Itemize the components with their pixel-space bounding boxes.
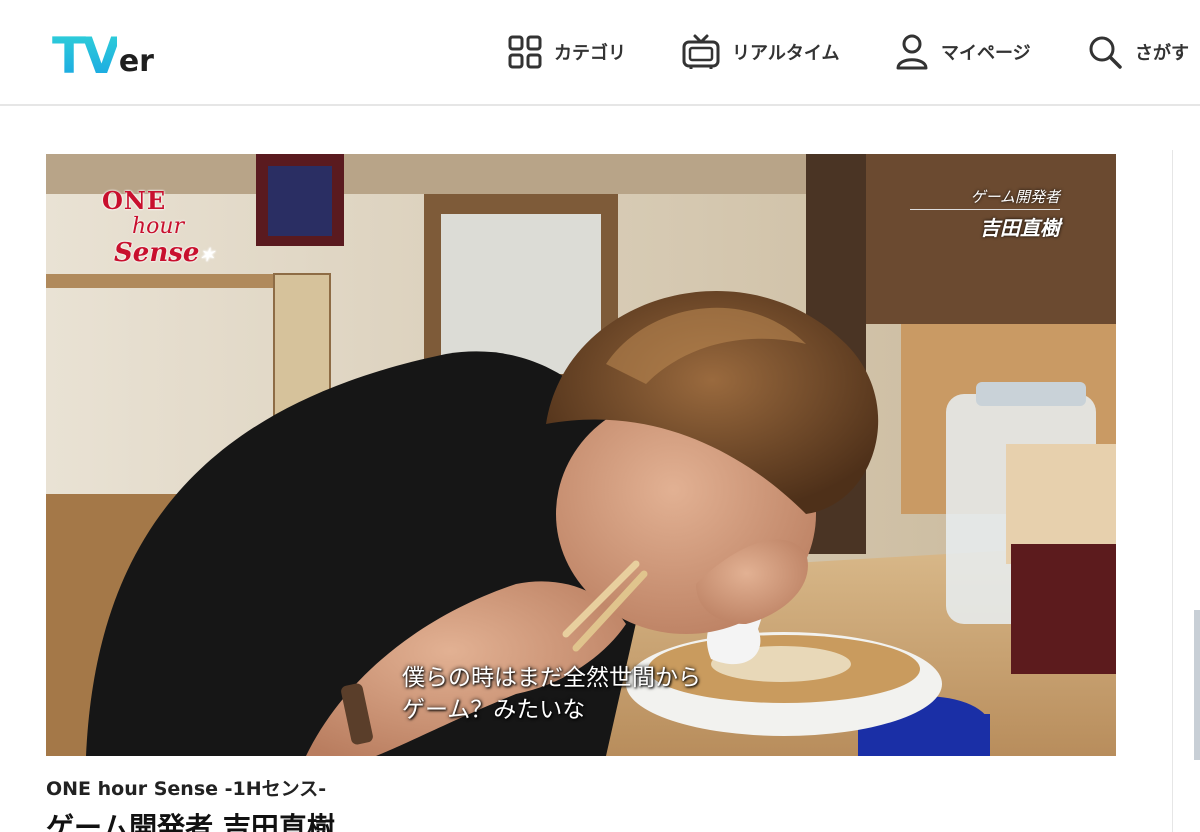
subtitle-line-1: 僕らの時はまだ全然世間から bbox=[402, 665, 701, 691]
caption-name: 吉田直樹 bbox=[980, 216, 1060, 240]
site-header: TV er カテゴリ リアルタイム マイページ さがす bbox=[0, 0, 1200, 106]
brand-line-one: ONE bbox=[102, 186, 167, 215]
content-divider bbox=[1172, 150, 1173, 832]
nav-realtime-label: リアルタイム bbox=[732, 43, 840, 64]
nav-mypage[interactable]: マイページ bbox=[895, 28, 1031, 76]
subtitle-line-2: ゲーム？みたいな bbox=[402, 697, 586, 723]
tv-icon bbox=[682, 34, 720, 69]
video-player[interactable]: ONE hour Sense✶ ゲーム開発者 吉田直樹 僕らの時はまだ全然世間か… bbox=[46, 154, 1116, 756]
nav-category[interactable]: カテゴリ bbox=[508, 28, 626, 76]
series-title[interactable]: ONE hour Sense -1Hセンス- bbox=[46, 774, 326, 801]
user-icon bbox=[896, 34, 928, 70]
logo-tv-text: TV bbox=[52, 27, 121, 85]
tver-logo[interactable]: TV er bbox=[52, 22, 162, 82]
name-caption: ゲーム開発者 吉田直樹 bbox=[910, 186, 1060, 241]
grid-icon bbox=[508, 35, 542, 69]
video-subtitles: 僕らの時はまだ全然世間から ゲーム？みたいな bbox=[402, 662, 701, 726]
brand-line-sense: Sense bbox=[114, 238, 200, 268]
logo-er-text: er bbox=[118, 44, 154, 79]
nav-category-label: カテゴリ bbox=[554, 43, 626, 64]
nav-search-label: さがす bbox=[1135, 43, 1189, 64]
nav-realtime[interactable]: リアルタイム bbox=[682, 28, 839, 76]
caption-role: ゲーム開発者 bbox=[970, 188, 1060, 206]
episode-title: ゲーム開発者 吉田直樹 bbox=[46, 811, 335, 832]
brand-line-hour: hour bbox=[132, 214, 185, 239]
program-brand-logo: ONE hour Sense✶ bbox=[102, 188, 215, 269]
search-icon bbox=[1089, 36, 1122, 69]
side-panel-thumbnail[interactable] bbox=[1194, 610, 1200, 760]
caption-divider bbox=[910, 209, 1060, 210]
nav-mypage-label: マイページ bbox=[941, 43, 1031, 64]
sparkle-icon: ✶ bbox=[199, 245, 215, 266]
nav-search[interactable]: さがす bbox=[1087, 28, 1189, 76]
side-panel-peek bbox=[1190, 560, 1200, 582]
